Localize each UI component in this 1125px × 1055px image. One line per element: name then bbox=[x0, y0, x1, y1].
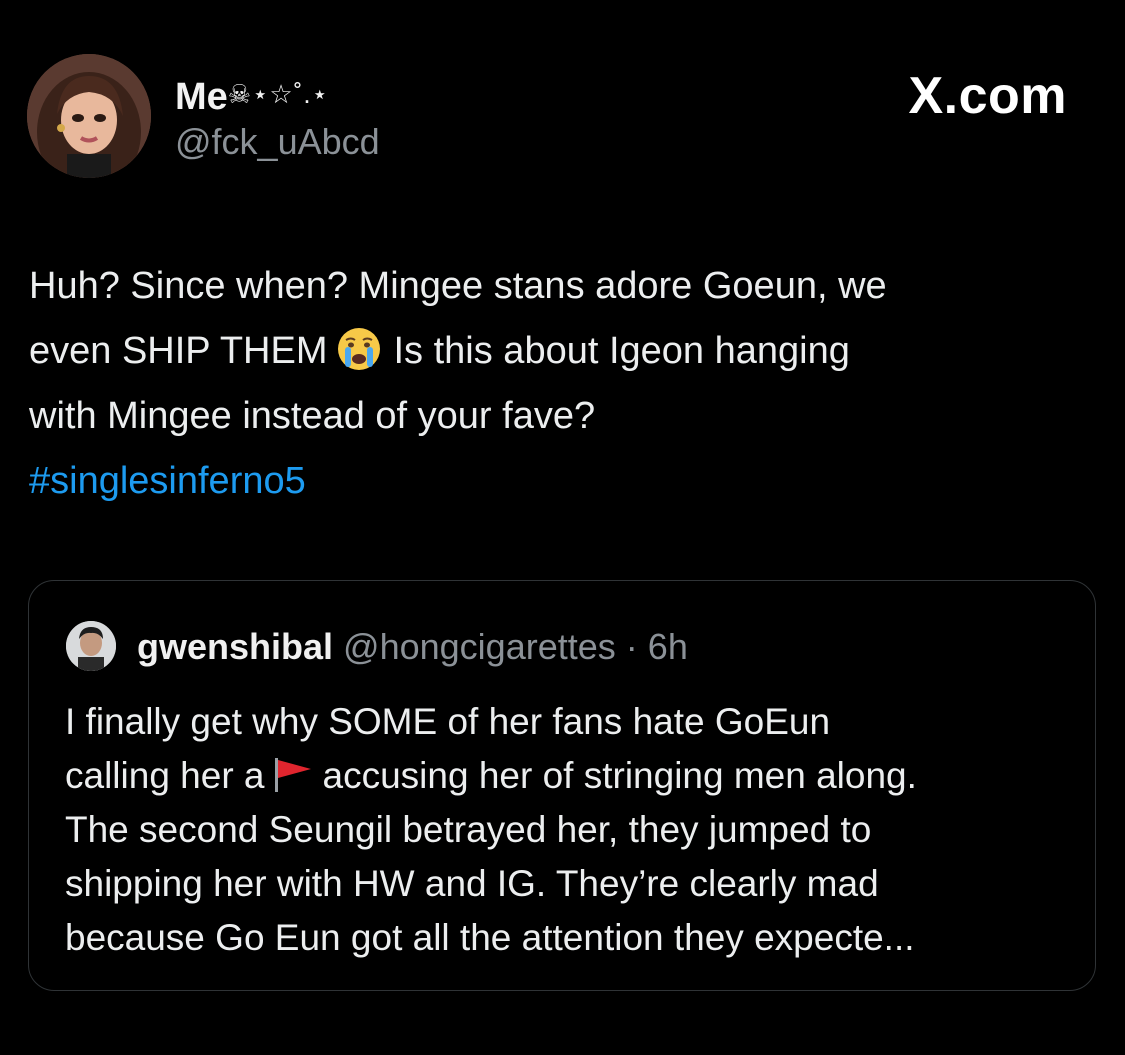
crying-face-emoji-icon bbox=[337, 328, 380, 370]
tweet-line-3: with Mingee instead of your fave? bbox=[29, 395, 596, 437]
brand-logo-text: X.com bbox=[908, 67, 1067, 125]
quoted-tweet-card[interactable]: gwenshibal @hongcigarettes · 6h I finall… bbox=[28, 580, 1096, 991]
author-handle[interactable]: @fck_uAbcd bbox=[175, 121, 380, 163]
tweet-line-2-start: even SHIP THEM bbox=[29, 330, 328, 372]
quoted-line-3: The second Seungil betrayed her, they ju… bbox=[65, 809, 872, 850]
quoted-author-name[interactable]: gwenshibal bbox=[137, 626, 333, 667]
quoted-timestamp[interactable]: 6h bbox=[648, 626, 688, 667]
quoted-author-avatar[interactable] bbox=[66, 621, 116, 671]
tweet-text: Huh? Since when? Mingee stans adore Goeu… bbox=[29, 254, 1109, 514]
tweet-line-1: Huh? Since when? Mingee stans adore Goeu… bbox=[29, 265, 887, 307]
display-name-decoration: ☠⋆☆˚.⋆ bbox=[227, 79, 329, 109]
author-avatar-illustration bbox=[27, 54, 151, 178]
quoted-tweet-header: gwenshibal @hongcigarettes · 6h bbox=[137, 625, 688, 669]
quoted-line-1: I finally get why SOME of her fans hate … bbox=[65, 701, 831, 742]
author-display-name[interactable]: Me☠⋆☆˚.⋆ bbox=[175, 72, 329, 119]
quoted-line-2: calling her a accusing her of stringing m… bbox=[65, 749, 1075, 803]
hashtag-link[interactable]: #singlesinferno5 bbox=[29, 449, 1109, 514]
quoted-line-4: shipping her with HW and IG. They’re cle… bbox=[65, 863, 879, 904]
quoted-separator: · bbox=[625, 626, 638, 667]
tweet-line-2: even SHIP THEM Is this about Igeon hangin… bbox=[29, 319, 1109, 384]
quoted-author-handle[interactable]: @hongcigarettes bbox=[343, 626, 616, 667]
red-flag-emoji-icon bbox=[274, 758, 311, 792]
quoted-line-5: because Go Eun got all the attention the… bbox=[65, 917, 915, 958]
quoted-line-2-end: accusing her of stringing men along. bbox=[322, 755, 917, 796]
quoted-avatar-photo bbox=[66, 621, 116, 671]
quoted-tweet-text: I finally get why SOME of her fans hate … bbox=[65, 695, 1075, 965]
author-avatar[interactable] bbox=[27, 54, 151, 178]
tweet-line-2-end: Is this about Igeon hanging bbox=[393, 330, 850, 372]
display-name-text: Me bbox=[175, 76, 228, 118]
quoted-line-2-start: calling her a bbox=[65, 755, 265, 796]
